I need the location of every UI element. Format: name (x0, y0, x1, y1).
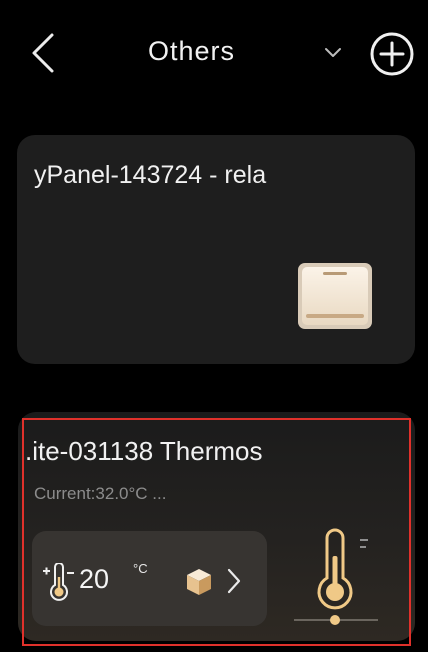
header-bar: Others (0, 0, 428, 100)
setpoint-unit: °C (133, 561, 148, 576)
back-chevron-icon[interactable] (28, 32, 58, 74)
chevron-down-icon[interactable] (322, 44, 344, 60)
device-name: .ite-031138 Thermos (25, 436, 263, 466)
page-title: Others (148, 36, 236, 66)
mode-cube-icon[interactable] (185, 567, 213, 597)
device-name: yPanel-143724 - rela (34, 161, 267, 189)
thermometer-icon (294, 528, 378, 625)
device-status: Current:32.0°C ... (34, 484, 167, 503)
device-card-relay[interactable]: yPanel-143724 - rela (17, 135, 415, 364)
add-circle-icon[interactable] (369, 31, 415, 77)
wall-switch-icon (298, 263, 372, 329)
setpoint-value: 20 (79, 564, 110, 594)
thermostat-control-panel[interactable]: 20 °C (32, 531, 267, 626)
thermometer-adjust-icon[interactable] (42, 563, 76, 601)
device-card-thermostat[interactable]: .ite-031138 Thermos Current:32.0°C ... 2… (18, 412, 415, 641)
chevron-right-icon[interactable] (225, 567, 243, 595)
